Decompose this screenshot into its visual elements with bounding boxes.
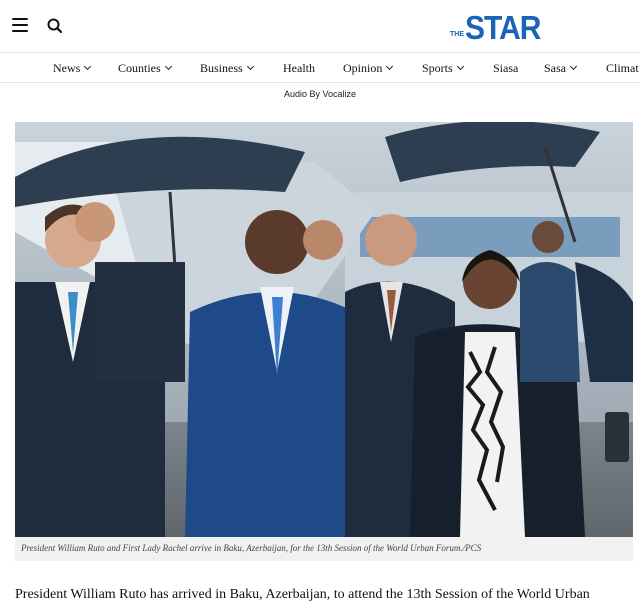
chevron-down-icon [456, 62, 464, 71]
chevron-down-icon [84, 62, 92, 71]
nav-item-siasa[interactable]: Siasa [493, 61, 518, 76]
image-caption-bar: President William Ruto and First Lady Ra… [15, 537, 633, 561]
logo-text: STAR [465, 10, 541, 47]
nav-item-business[interactable]: Business [200, 61, 254, 76]
main-navigation: News Counties Business Health Opinion Sp… [0, 52, 640, 83]
chevron-down-icon [246, 62, 254, 71]
nav-item-sports[interactable]: Sports [422, 61, 464, 76]
nav-item-health[interactable]: Health [283, 61, 315, 76]
top-bar: THE STAR [0, 0, 640, 52]
search-icon[interactable] [46, 17, 64, 35]
hamburger-menu-icon[interactable] [12, 18, 28, 32]
nav-item-counties[interactable]: Counties [118, 61, 172, 76]
image-caption: President William Ruto and First Lady Ra… [21, 543, 482, 553]
article-photo [15, 122, 633, 537]
chevron-down-icon [164, 62, 172, 71]
chevron-down-icon [569, 62, 578, 71]
chevron-down-icon [386, 62, 394, 71]
site-logo[interactable]: THE STAR [450, 8, 541, 47]
nav-item-opinion[interactable]: Opinion [343, 61, 394, 76]
nav-item-climate[interactable]: Climat [606, 61, 639, 76]
audio-player-label[interactable]: Audio By Vocalize [0, 89, 640, 99]
nav-item-news[interactable]: News [53, 61, 92, 76]
logo-prefix: THE [450, 31, 464, 38]
nav-item-sasa[interactable]: Sasa [544, 61, 578, 76]
article-lead-paragraph: President William Ruto has arrived in Ba… [15, 587, 590, 602]
